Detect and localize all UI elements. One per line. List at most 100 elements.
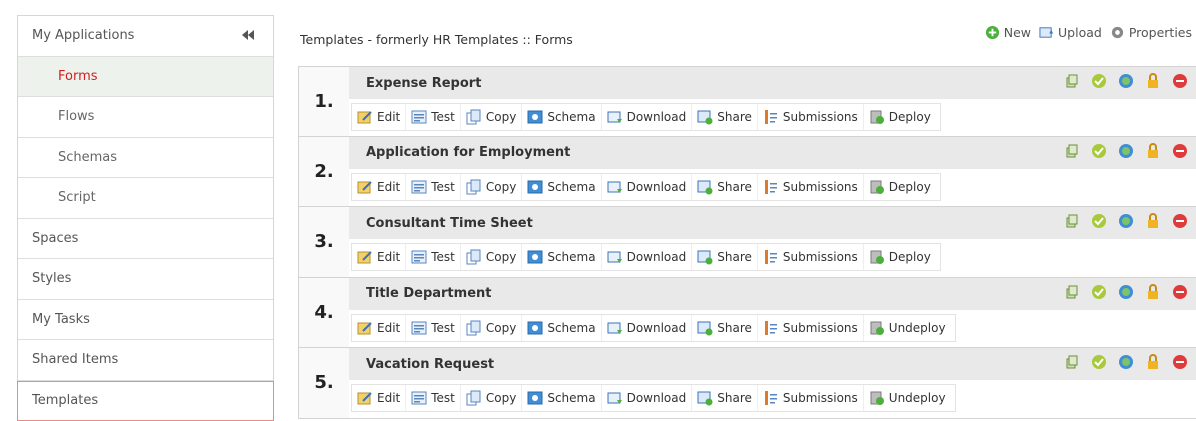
copy-button[interactable]: Copy: [461, 315, 522, 341]
lock-icon[interactable]: [1145, 73, 1161, 89]
test-button[interactable]: Test: [406, 385, 461, 411]
download-label: Download: [627, 180, 687, 194]
copy-label: Copy: [486, 321, 516, 335]
deploy-button[interactable]: Undeploy: [864, 315, 955, 341]
duplicate-icon[interactable]: [1064, 73, 1080, 89]
test-button[interactable]: Test: [406, 244, 461, 270]
test-button[interactable]: Test: [406, 104, 461, 130]
copy-button[interactable]: Copy: [461, 244, 522, 270]
collapse-sidebar-icon[interactable]: [241, 28, 255, 42]
download-button[interactable]: Download: [602, 174, 693, 200]
share-button[interactable]: Share: [692, 385, 758, 411]
download-button[interactable]: Download: [602, 315, 693, 341]
template-name: Vacation Request: [366, 357, 494, 372]
deploy-icon: [869, 249, 885, 265]
share-button[interactable]: Share: [692, 315, 758, 341]
edit-button[interactable]: Edit: [352, 315, 406, 341]
sidebar-item-my-tasks[interactable]: My Tasks: [18, 300, 273, 341]
edit-button[interactable]: Edit: [352, 104, 406, 130]
download-button[interactable]: Download: [602, 104, 693, 130]
delete-icon[interactable]: [1172, 143, 1188, 159]
edit-button[interactable]: Edit: [352, 385, 406, 411]
download-button[interactable]: Download: [602, 244, 693, 270]
sidebar-item-schemas[interactable]: Schemas: [18, 138, 273, 179]
upload-button[interactable]: Upload: [1039, 25, 1102, 40]
schema-button[interactable]: Schema: [522, 104, 601, 130]
lock-icon[interactable]: [1145, 213, 1161, 229]
globe-icon[interactable]: [1118, 143, 1134, 159]
duplicate-icon[interactable]: [1064, 213, 1080, 229]
delete-icon[interactable]: [1172, 354, 1188, 370]
new-button[interactable]: New: [985, 25, 1031, 40]
lock-icon[interactable]: [1145, 284, 1161, 300]
globe-icon[interactable]: [1118, 213, 1134, 229]
submissions-button[interactable]: Submissions: [758, 385, 864, 411]
schema-button[interactable]: Schema: [522, 315, 601, 341]
submissions-button[interactable]: Submissions: [758, 174, 864, 200]
row-icons: [1064, 213, 1188, 229]
sidebar-item-flows[interactable]: Flows: [18, 97, 273, 138]
share-button[interactable]: Share: [692, 104, 758, 130]
properties-button[interactable]: Properties: [1110, 25, 1192, 40]
edit-button[interactable]: Edit: [352, 174, 406, 200]
share-button[interactable]: Share: [692, 244, 758, 270]
sidebar-item-spaces[interactable]: Spaces: [18, 219, 273, 260]
schema-button[interactable]: Schema: [522, 385, 601, 411]
sidebar-item-label: Forms: [58, 69, 98, 84]
deploy-button[interactable]: Undeploy: [864, 385, 955, 411]
sidebar-item-my-applications[interactable]: My Applications: [18, 16, 273, 57]
copy-button[interactable]: Copy: [461, 174, 522, 200]
schema-button[interactable]: Schema: [522, 174, 601, 200]
edit-button[interactable]: Edit: [352, 244, 406, 270]
submissions-button[interactable]: Submissions: [758, 315, 864, 341]
edit-label: Edit: [377, 321, 400, 335]
test-label: Test: [431, 180, 455, 194]
form-icon: [411, 179, 427, 195]
delete-icon[interactable]: [1172, 284, 1188, 300]
schema-button[interactable]: Schema: [522, 244, 601, 270]
deploy-button[interactable]: Deploy: [864, 244, 940, 270]
approve-icon[interactable]: [1091, 143, 1107, 159]
globe-icon[interactable]: [1118, 284, 1134, 300]
share-label: Share: [717, 391, 752, 405]
deploy-button[interactable]: Deploy: [864, 104, 940, 130]
lock-icon[interactable]: [1145, 143, 1161, 159]
delete-icon[interactable]: [1172, 73, 1188, 89]
sidebar-item-shared-items[interactable]: Shared Items: [18, 340, 273, 381]
share-button[interactable]: Share: [692, 174, 758, 200]
lock-icon[interactable]: [1145, 354, 1161, 370]
delete-icon[interactable]: [1172, 213, 1188, 229]
sidebar-item-forms[interactable]: Forms: [18, 57, 273, 98]
deploy-label: Deploy: [889, 250, 931, 264]
submissions-label: Submissions: [783, 321, 858, 335]
approve-icon[interactable]: [1091, 73, 1107, 89]
globe-icon[interactable]: [1118, 354, 1134, 370]
duplicate-icon[interactable]: [1064, 143, 1080, 159]
copy-button[interactable]: Copy: [461, 104, 522, 130]
schema-label: Schema: [547, 250, 595, 264]
schema-label: Schema: [547, 391, 595, 405]
copy-button[interactable]: Copy: [461, 385, 522, 411]
add-icon: [985, 25, 1000, 40]
approve-icon[interactable]: [1091, 354, 1107, 370]
submissions-button[interactable]: Submissions: [758, 244, 864, 270]
approve-icon[interactable]: [1091, 284, 1107, 300]
test-button[interactable]: Test: [406, 174, 461, 200]
deploy-icon: [869, 320, 885, 336]
form-icon: [411, 390, 427, 406]
test-label: Test: [431, 250, 455, 264]
sidebar-item-templates[interactable]: Templates: [17, 381, 274, 421]
schema-icon: [527, 109, 543, 125]
sidebar-item-styles[interactable]: Styles: [18, 259, 273, 300]
approve-icon[interactable]: [1091, 213, 1107, 229]
duplicate-icon[interactable]: [1064, 284, 1080, 300]
sidebar-item-label: Flows: [58, 109, 94, 124]
test-button[interactable]: Test: [406, 315, 461, 341]
submissions-button[interactable]: Submissions: [758, 104, 864, 130]
duplicate-icon[interactable]: [1064, 354, 1080, 370]
deploy-button[interactable]: Deploy: [864, 174, 940, 200]
globe-icon[interactable]: [1118, 73, 1134, 89]
download-label: Download: [627, 250, 687, 264]
sidebar-item-script[interactable]: Script: [18, 178, 273, 219]
download-button[interactable]: Download: [602, 385, 693, 411]
